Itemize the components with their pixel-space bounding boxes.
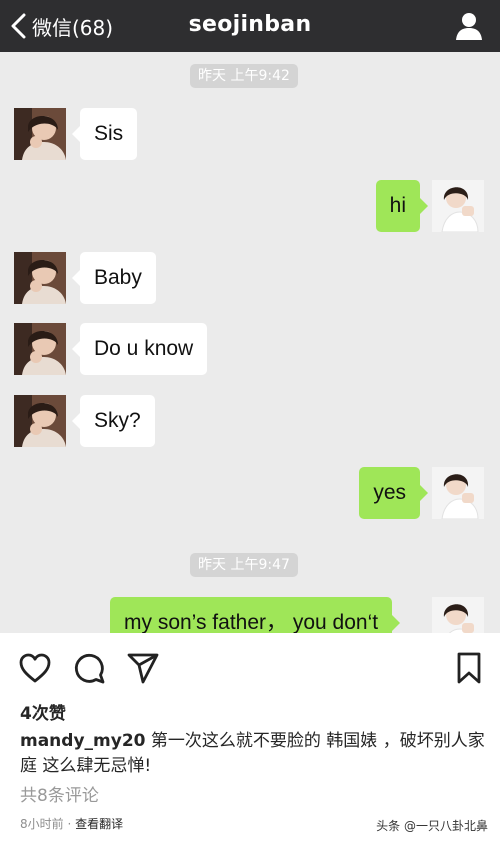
message-bubble-outgoing[interactable]: hi (375, 180, 429, 232)
translate-link[interactable]: 查看翻译 (75, 817, 123, 831)
view-comments-link[interactable]: 共8条评论 (20, 781, 99, 806)
timestamp-pill: 昨天 上午9:42 (190, 64, 298, 88)
post-meta: 8小时前 · 查看翻译 (20, 815, 123, 832)
profile-button[interactable] (454, 11, 484, 41)
username-link[interactable]: mandy_my20 (20, 731, 146, 751)
message-bubble-incoming[interactable]: Sky? (72, 395, 155, 447)
self-avatar[interactable] (432, 180, 484, 232)
like-button[interactable] (18, 651, 52, 685)
message-bubble-incoming[interactable]: Baby (72, 252, 156, 304)
contact-avatar-image (14, 252, 66, 304)
send-icon (127, 653, 159, 684)
post-footer: 4次赞 mandy_my20 第一次这么就不要脸的 韩国婊 ，破坏别人家庭 这么… (0, 633, 500, 843)
post-caption: mandy_my20 第一次这么就不要脸的 韩国婊 ，破坏别人家庭 这么肆无忌惮… (20, 729, 488, 779)
like-count: 4次赞 (20, 704, 66, 724)
comment-icon (75, 654, 105, 684)
contact-avatar-image (14, 108, 66, 160)
comment-button[interactable] (72, 651, 106, 685)
contact-avatar[interactable] (14, 108, 66, 160)
heart-icon (19, 653, 51, 683)
self-avatar-image (432, 597, 484, 633)
contact-avatar[interactable] (14, 252, 66, 304)
message-bubble-outgoing[interactable]: my son’s father， you don‘t (110, 597, 401, 633)
self-avatar-image (432, 180, 484, 232)
post-time: 8小时前 · (20, 817, 76, 831)
message-bubble-outgoing[interactable]: yes (359, 467, 428, 519)
share-button[interactable] (126, 651, 160, 685)
timestamp-pill: 昨天 上午9:47 (190, 553, 298, 577)
watermark: 头条 @一只八卦北鼻 (376, 819, 488, 833)
contact-avatar[interactable] (14, 395, 66, 447)
chat-header: 微信(68) seojinban (0, 0, 500, 52)
contact-avatar-image (14, 323, 66, 375)
save-button[interactable] (452, 651, 486, 685)
contact-avatar-image (14, 395, 66, 447)
bookmark-icon (457, 652, 481, 684)
chat-screenshot: 微信(68) seojinban 昨天 上午9:42 Sis hi Baby D… (0, 0, 500, 633)
person-icon (456, 13, 482, 40)
chat-title: seojinban (188, 12, 312, 37)
message-bubble-incoming[interactable]: Do u know (71, 323, 208, 375)
self-avatar[interactable] (432, 467, 484, 519)
self-avatar[interactable] (432, 597, 484, 633)
contact-avatar[interactable] (14, 323, 66, 375)
message-bubble-incoming[interactable]: Sis (71, 108, 138, 160)
self-avatar-image (432, 467, 484, 519)
